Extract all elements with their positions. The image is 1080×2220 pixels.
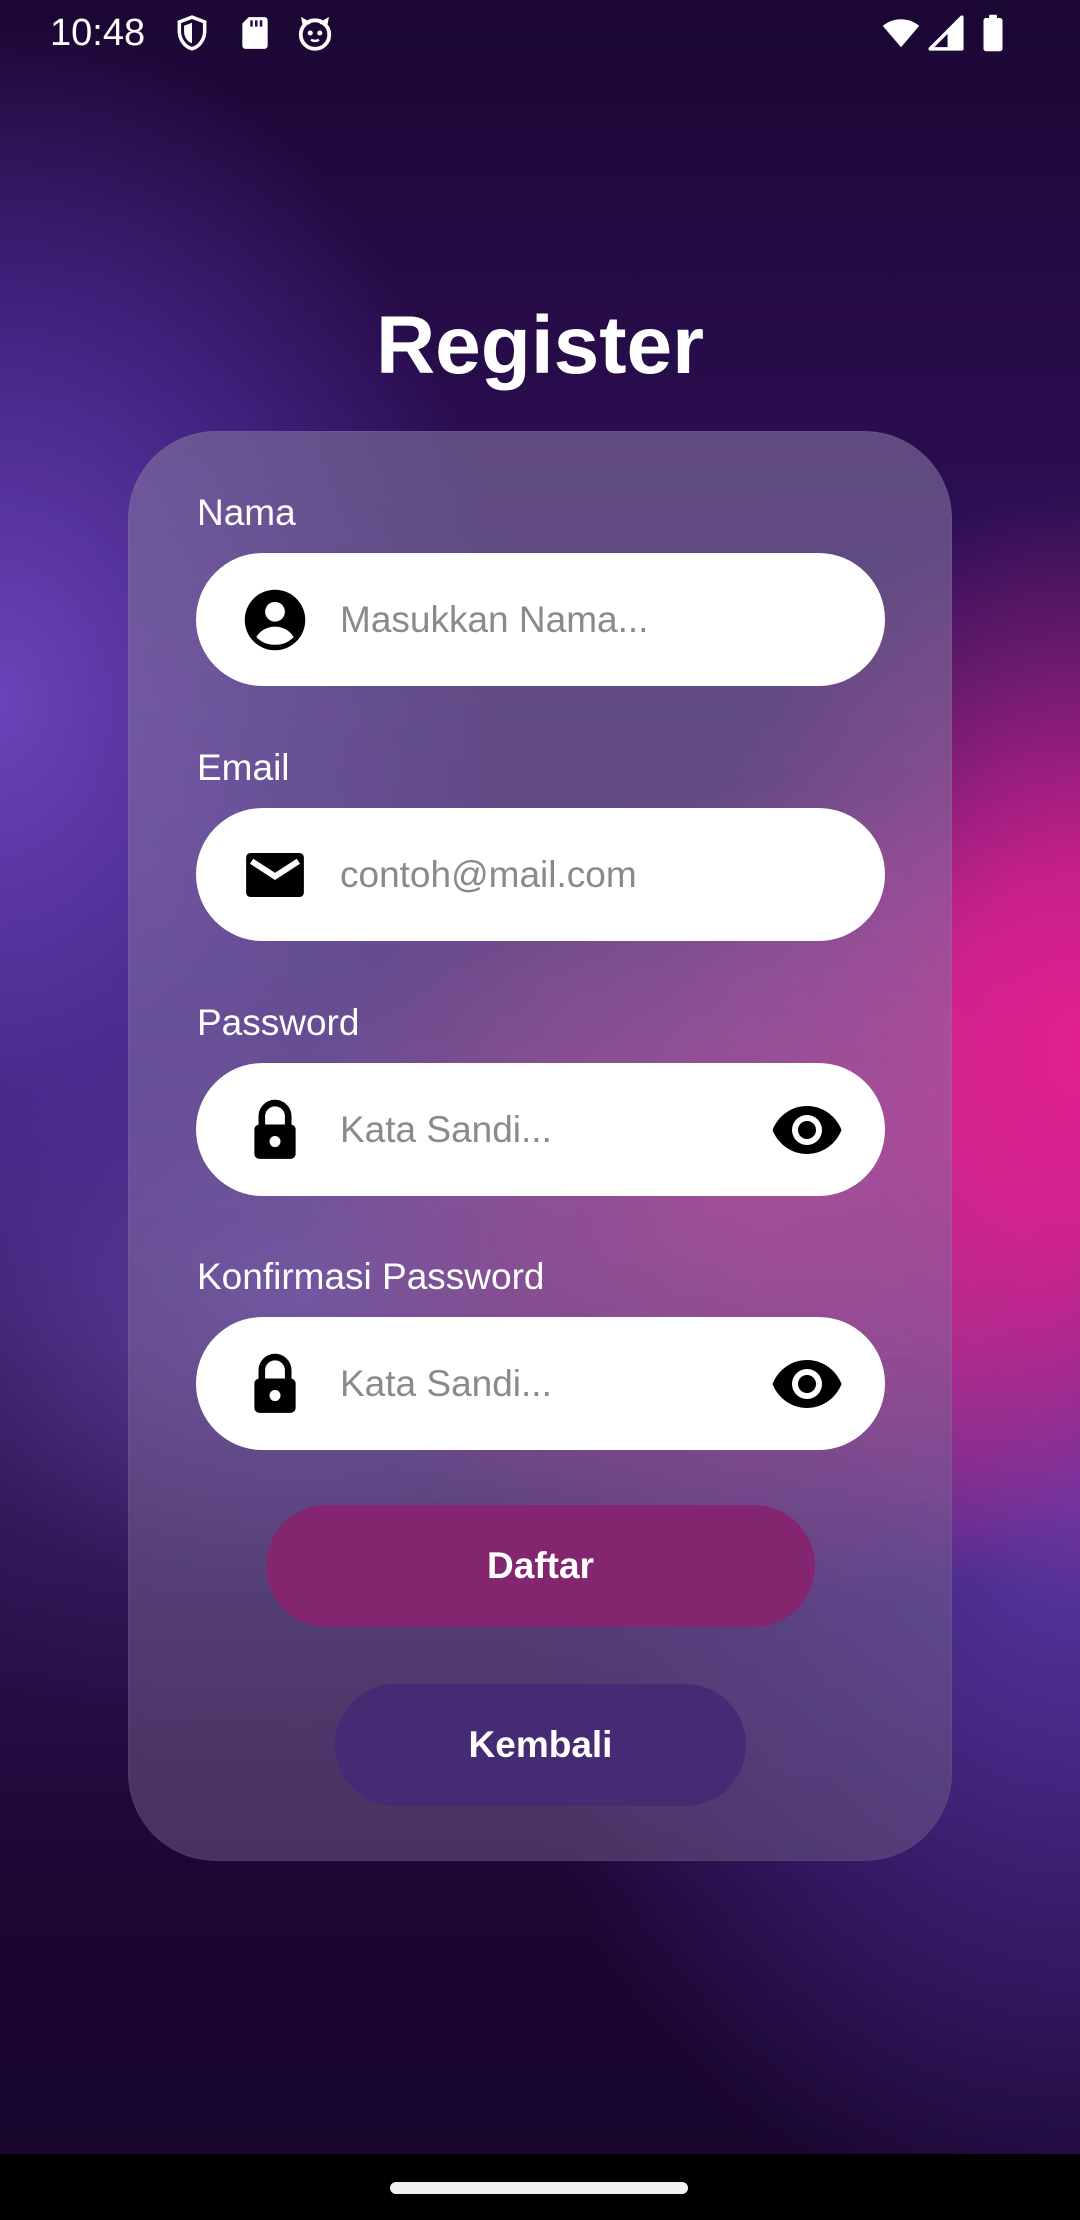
page-title: Register (375, 300, 705, 391)
password-input[interactable] (340, 1063, 770, 1196)
navigation-bar (0, 2154, 1080, 2220)
sd-card-icon (236, 14, 274, 52)
confirm-password-field[interactable] (196, 1317, 885, 1450)
confirm-password-input[interactable] (340, 1317, 770, 1450)
battery-icon (978, 14, 1008, 52)
lock-icon (242, 1097, 308, 1163)
email-input[interactable] (340, 808, 770, 941)
home-indicator[interactable] (390, 2182, 688, 2194)
email-field[interactable] (196, 808, 885, 941)
cat-face-icon (296, 14, 334, 52)
lock-icon (242, 1351, 308, 1417)
register-button[interactable]: Daftar (266, 1505, 815, 1627)
eye-icon[interactable] (771, 1353, 843, 1415)
wifi-icon (881, 14, 921, 52)
back-button[interactable]: Kembali (335, 1684, 746, 1806)
account-circle-icon (242, 587, 308, 653)
name-input[interactable] (340, 553, 770, 686)
status-time: 10:48 (50, 12, 146, 54)
password-label: Password (197, 1002, 360, 1043)
eye-icon[interactable] (771, 1099, 843, 1161)
name-label: Nama (197, 492, 296, 533)
email-label: Email (197, 747, 290, 788)
password-field[interactable] (196, 1063, 885, 1196)
shield-icon (173, 14, 211, 52)
signal-icon (927, 14, 965, 52)
status-bar: 10:48 (0, 0, 1080, 66)
register-screen: 10:48 Register Nama Email (0, 0, 1080, 2220)
mail-icon (242, 842, 308, 908)
confirm-password-label: Konfirmasi Password (197, 1256, 545, 1297)
name-field[interactable] (196, 553, 885, 686)
